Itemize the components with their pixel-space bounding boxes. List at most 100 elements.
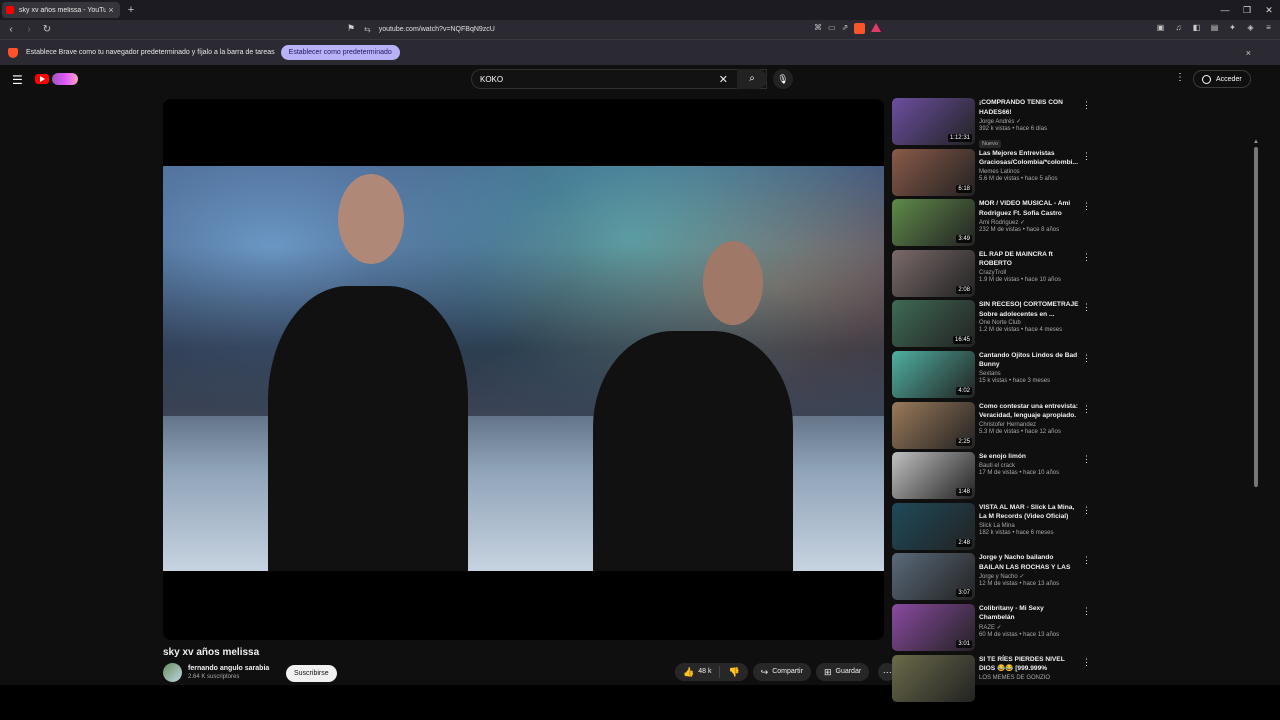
page-scrollbar[interactable]: ▲ ▼ bbox=[1253, 139, 1259, 720]
guide-menu-icon[interactable]: ☰ bbox=[12, 73, 24, 87]
recommended-video-title[interactable]: SIN RECESO| CORTOMETRAJE Sobre adolecent… bbox=[979, 300, 1079, 319]
back-icon[interactable]: ‹ bbox=[4, 23, 18, 37]
video-menu-icon[interactable]: ⋮ bbox=[1082, 201, 1091, 212]
video-thumbnail[interactable]: 16:45 bbox=[892, 300, 975, 348]
recommended-video-title[interactable]: SI TE RÍES PIERDES NIVEL DIOS 😂😂 [999.99… bbox=[979, 655, 1079, 674]
video-thumbnail[interactable]: 6:18 bbox=[892, 148, 975, 196]
recommended-video[interactable]: 3:01 Colibritany - Mi Sexy Chambelán RAZE … bbox=[892, 603, 1092, 655]
cast-icon[interactable]: ▭ bbox=[828, 23, 836, 34]
tab-close-icon[interactable]: × bbox=[106, 5, 116, 15]
recommended-video[interactable]: 2:48 VISTA AL MAR - Slick La Mina, La M R… bbox=[892, 502, 1092, 554]
video-thumbnail[interactable]: 1:48 bbox=[892, 452, 975, 500]
recommended-video[interactable]: 16:45 SIN RECESO| CORTOMETRAJE Sobre adol… bbox=[892, 300, 1092, 351]
extensions-icon[interactable]: ✦ bbox=[1227, 23, 1238, 32]
clear-search-icon[interactable]: ✕ bbox=[719, 73, 728, 86]
recommended-video[interactable]: 1:12:31 ¡COMPRANDO TENIS CON HADES66! Jorg… bbox=[892, 98, 1092, 149]
video-thumbnail[interactable] bbox=[892, 654, 975, 702]
search-query: KOKO bbox=[480, 74, 504, 84]
translate-icon[interactable]: ⌘ bbox=[814, 23, 822, 34]
recommended-video-title[interactable]: Como contestar una entrevista: Veracidad… bbox=[979, 402, 1079, 421]
video-menu-icon[interactable]: ⋮ bbox=[1082, 302, 1091, 313]
video-menu-icon[interactable]: ⋮ bbox=[1082, 151, 1091, 162]
video-duration: 4:02 bbox=[956, 386, 972, 395]
video-menu-icon[interactable]: ⋮ bbox=[1082, 606, 1091, 617]
channel-name[interactable]: fernando angulo sarabia bbox=[188, 665, 269, 672]
vpn-icon[interactable]: ◈ bbox=[1245, 23, 1256, 32]
share-button[interactable]: ↪ Compartir bbox=[752, 663, 811, 681]
like-button[interactable]: 👍 48 k bbox=[675, 663, 719, 681]
video-menu-icon[interactable]: ⋮ bbox=[1082, 404, 1091, 415]
video-thumbnail[interactable]: 2:48 bbox=[892, 502, 975, 550]
video-player[interactable] bbox=[163, 99, 884, 640]
sidebar-icon[interactable]: ◧ bbox=[1191, 23, 1202, 32]
video-thumbnail[interactable]: 1:12:31 bbox=[892, 98, 975, 145]
set-default-button[interactable]: Establecer como predeterminado bbox=[280, 45, 400, 60]
scroll-up-icon[interactable]: ▲ bbox=[1253, 139, 1259, 145]
video-menu-icon[interactable]: ⋮ bbox=[1082, 353, 1091, 364]
dislike-button[interactable]: 👎 bbox=[720, 663, 747, 681]
video-thumbnail[interactable]: 3:07 bbox=[892, 553, 975, 601]
video-thumbnail[interactable]: 4:02 bbox=[892, 350, 975, 398]
video-frame[interactable] bbox=[163, 166, 884, 571]
recommended-video[interactable]: 1:48 Se enojo limón Bauti el crack 17 M de … bbox=[892, 452, 1092, 503]
recommended-video[interactable]: 3:07 Jorge y Nacho bailando BAILAN LAS RO… bbox=[892, 553, 1092, 604]
maximize-button[interactable]: ❐ bbox=[1236, 0, 1258, 20]
settings-more-icon[interactable]: ⋮ bbox=[1175, 72, 1185, 83]
recommended-video-title[interactable]: EL RAP DE MAINCRA ft ROBERTO bbox=[979, 250, 1079, 269]
youtube-logo[interactable] bbox=[35, 73, 78, 85]
recommended-video-title[interactable]: Jorge y Nacho bailando BAILAN LAS ROCHAS… bbox=[979, 553, 1079, 572]
sign-in-button[interactable]: Acceder bbox=[1193, 70, 1251, 88]
minimize-button[interactable]: — bbox=[1214, 0, 1236, 20]
recommended-video-title[interactable]: Colibritany - Mi Sexy Chambelán bbox=[979, 604, 1079, 623]
forward-icon[interactable]: › bbox=[22, 23, 36, 37]
video-thumbnail[interactable]: 3:01 bbox=[892, 603, 975, 651]
save-button[interactable]: ⊞ Guardar bbox=[815, 663, 870, 681]
subscribe-button[interactable]: Suscribirse bbox=[286, 665, 337, 682]
recommended-video[interactable]: 2:08 EL RAP DE MAINCRA ft ROBERTO CrazyTro… bbox=[892, 249, 1092, 301]
reader-icon[interactable]: ▣ bbox=[1155, 23, 1166, 32]
new-tab-button[interactable]: + bbox=[125, 2, 137, 18]
wallet-icon[interactable]: ▤ bbox=[1209, 23, 1220, 32]
recommended-video-title[interactable]: MOR / VIDEO MUSICAL - Ami Rodriguez Ft. … bbox=[979, 199, 1079, 218]
recommended-video-title[interactable]: Las Mejores Entrevistas Graciosas/Colomb… bbox=[979, 149, 1079, 168]
video-menu-icon[interactable]: ⋮ bbox=[1082, 505, 1091, 516]
video-thumbnail[interactable]: 2:08 bbox=[892, 249, 975, 297]
sign-in-label: Acceder bbox=[1216, 75, 1242, 83]
video-menu-icon[interactable]: ⋮ bbox=[1082, 252, 1091, 263]
recommended-video[interactable]: SI TE RÍES PIERDES NIVEL DIOS 😂😂 [999.99… bbox=[892, 654, 1092, 706]
video-menu-icon[interactable]: ⋮ bbox=[1082, 657, 1091, 668]
bookmark-icon[interactable]: ⚑ bbox=[347, 23, 355, 34]
video-menu-icon[interactable]: ⋮ bbox=[1082, 100, 1091, 111]
media-icon[interactable]: ♫ bbox=[1173, 23, 1184, 32]
site-info-icon[interactable]: ⇆ bbox=[364, 25, 371, 34]
recommended-video[interactable]: 2:25 Como contestar una entrevista: Verac… bbox=[892, 401, 1092, 453]
scrollbar-thumb[interactable] bbox=[1254, 147, 1258, 487]
window-close-button[interactable]: ✕ bbox=[1258, 0, 1280, 20]
infobar-close-icon[interactable]: × bbox=[1246, 48, 1251, 58]
brave-rewards-icon[interactable] bbox=[871, 23, 882, 32]
video-thumbnail[interactable]: 3:49 bbox=[892, 199, 975, 247]
like-dislike-group: 👍 48 k 👎 bbox=[675, 663, 748, 681]
recommended-video-meta: 232 M de vistas • hace 8 años bbox=[979, 227, 1060, 234]
recommended-video-title[interactable]: Cantando Ojitos Lindos de Bad Bunny bbox=[979, 351, 1079, 370]
video-menu-icon[interactable]: ⋮ bbox=[1082, 555, 1091, 566]
menu-icon[interactable]: ≡ bbox=[1263, 23, 1274, 32]
voice-search-icon[interactable]: 🎙 bbox=[773, 69, 793, 89]
recommended-video-title[interactable]: ¡COMPRANDO TENIS CON HADES66! bbox=[979, 98, 1079, 117]
share-page-icon[interactable]: ⇗ bbox=[842, 23, 849, 34]
recommended-video-title[interactable]: Se enojo limón bbox=[979, 452, 1079, 462]
recommended-video[interactable]: 3:49 MOR / VIDEO MUSICAL - Ami Rodriguez … bbox=[892, 199, 1092, 250]
recommended-video[interactable]: 4:02 Cantando Ojitos Lindos de Bad Bunny S… bbox=[892, 350, 1092, 402]
recommended-video-title[interactable]: VISTA AL MAR - Slick La Mina, La M Recor… bbox=[979, 503, 1079, 522]
reload-icon[interactable]: ↻ bbox=[40, 23, 54, 37]
recommended-video[interactable]: 6:18 Las Mejores Entrevistas Graciosas/Co… bbox=[892, 148, 1092, 200]
youtube-play-icon bbox=[35, 74, 49, 84]
search-input[interactable]: KOKO ✕ bbox=[471, 69, 767, 89]
brave-shields-icon[interactable] bbox=[854, 23, 866, 34]
video-menu-icon[interactable]: ⋮ bbox=[1082, 454, 1091, 465]
recommended-video-meta: 15 k vistas • hace 3 meses bbox=[979, 377, 1051, 384]
browser-tab[interactable]: sky xv años melissa - YouTube × bbox=[2, 2, 120, 18]
search-button[interactable]: ⌕ bbox=[737, 69, 767, 89]
channel-avatar[interactable] bbox=[163, 663, 182, 682]
video-thumbnail[interactable]: 2:25 bbox=[892, 401, 975, 449]
